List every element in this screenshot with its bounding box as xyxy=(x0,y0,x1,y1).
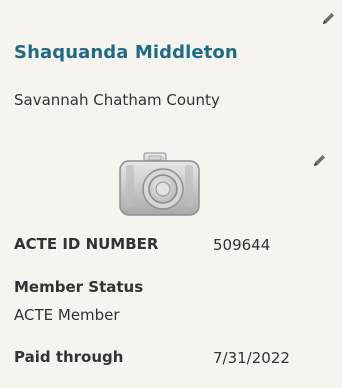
acte-id-value: 509644 xyxy=(213,236,271,254)
acte-id-label: ACTE ID NUMBER xyxy=(14,235,159,253)
camera-icon xyxy=(119,152,200,216)
member-profile-card: Shaquanda Middleton Savannah Chatham Cou… xyxy=(0,0,342,388)
profile-photo-placeholder[interactable] xyxy=(116,151,203,217)
paid-through-value: 7/31/2022 xyxy=(213,349,290,367)
member-status-label: Member Status xyxy=(14,278,144,296)
edit-profile-pencil-icon[interactable] xyxy=(321,11,336,26)
paid-through-label: Paid through xyxy=(14,348,124,366)
member-organization: Savannah Chatham County xyxy=(14,91,220,109)
member-name: Shaquanda Middleton xyxy=(14,42,238,63)
edit-photo-pencil-icon[interactable] xyxy=(312,153,327,168)
member-status-value: ACTE Member xyxy=(14,306,120,324)
